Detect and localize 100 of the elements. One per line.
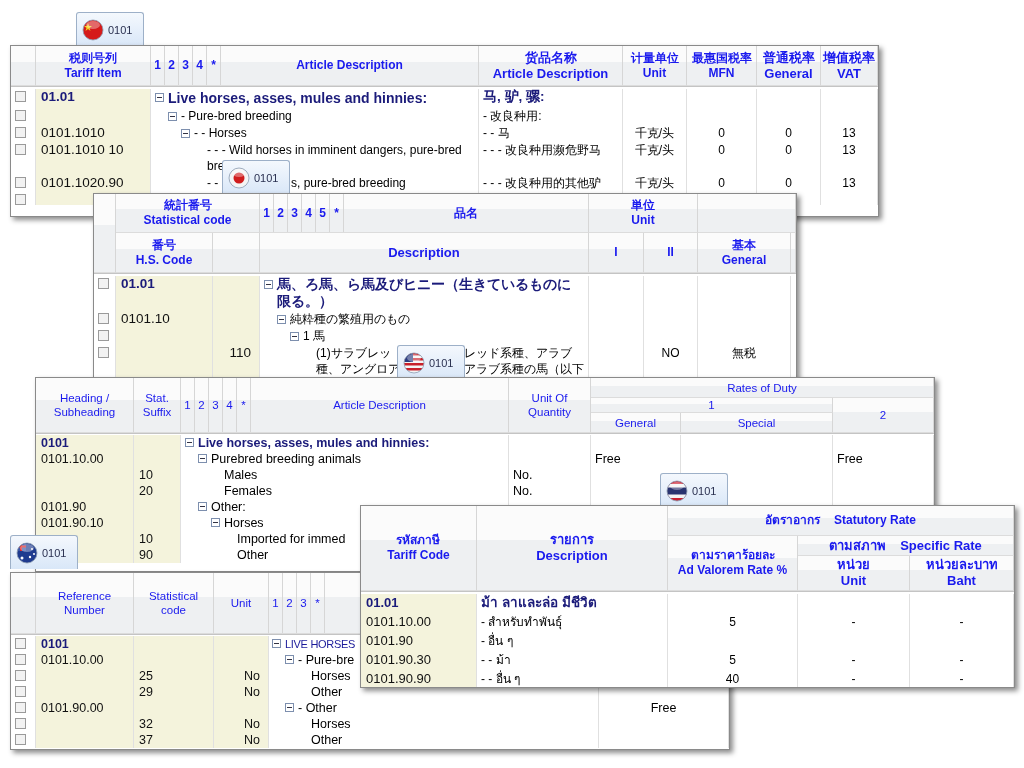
unit-text: 千克/头	[634, 143, 675, 157]
heading-code: 0101.90	[41, 500, 87, 514]
level-header[interactable]: *	[311, 573, 325, 633]
column-header: Heading / Subheading	[36, 378, 134, 433]
tariff-code: 0101.90.90	[366, 671, 432, 686]
item-description: - Pure-bre	[298, 652, 355, 668]
statistical-code: 32	[139, 717, 153, 731]
level-header[interactable]: *	[207, 46, 221, 85]
rate-value: 5	[729, 615, 736, 629]
column-header: 品名	[453, 205, 479, 221]
reference-number: 0101.10.00	[41, 653, 104, 667]
item-description: Imported for immed	[237, 531, 346, 547]
level-header[interactable]: 1	[151, 46, 165, 85]
level-header[interactable]: 3	[209, 378, 223, 432]
item-description: s, pure-bred breeding	[291, 175, 406, 191]
tab[interactable]: 0101	[222, 160, 290, 194]
collapse-icon[interactable]	[168, 112, 177, 121]
reference-number: 0101.90.00	[41, 701, 104, 715]
collapse-icon[interactable]	[185, 438, 194, 447]
checkbox[interactable]	[15, 144, 26, 155]
item-description: Purebred breeding animals	[211, 451, 362, 467]
level-header[interactable]: 3	[179, 46, 193, 85]
column-header: Stat. Suffix	[134, 378, 181, 433]
collapse-icon[interactable]	[272, 639, 281, 648]
collapse-icon[interactable]	[181, 129, 190, 138]
collapse-icon[interactable]	[285, 703, 294, 712]
collapse-icon[interactable]	[290, 332, 299, 341]
collapse-icon[interactable]	[277, 315, 286, 324]
level-header[interactable]: 4	[302, 194, 316, 232]
collapse-icon[interactable]	[285, 655, 294, 664]
checkbox[interactable]	[15, 91, 26, 102]
checkbox[interactable]	[15, 702, 26, 713]
chinese-description: - - - 改良种用濒危野马	[483, 143, 601, 157]
statistical-suffix: 10	[139, 468, 153, 482]
rate-value: 0	[718, 176, 725, 190]
column-header: 最惠国税率 MFN	[687, 46, 757, 86]
checkbox[interactable]	[15, 194, 26, 205]
level-header[interactable]: 3	[297, 573, 311, 633]
checkbox[interactable]	[15, 177, 26, 188]
checkbox[interactable]	[15, 686, 26, 697]
checkbox[interactable]	[15, 127, 26, 138]
tab[interactable]: 0101	[397, 345, 465, 379]
level-header[interactable]: *	[237, 378, 251, 432]
column-header: อัตราอากร	[765, 513, 820, 528]
level-header[interactable]: 2	[195, 378, 209, 432]
checkbox[interactable]	[15, 734, 26, 745]
chinese-description: - - - 改良种用的其他驴	[483, 176, 601, 190]
column-header: 基本 General	[698, 233, 791, 273]
header-cell	[11, 46, 36, 86]
level-header[interactable]: 5	[316, 194, 330, 232]
column-header: ตามสภาพ	[829, 537, 887, 554]
checkbox[interactable]	[15, 110, 26, 121]
level-header[interactable]: 3	[288, 194, 302, 232]
column-header: 计量单位 Unit	[623, 46, 687, 86]
statistical-code: 37	[139, 733, 153, 747]
level-header[interactable]: 1	[269, 573, 283, 633]
rate-value: -	[959, 653, 964, 667]
checkbox[interactable]	[15, 670, 26, 681]
column-header: หน่วย Unit	[798, 556, 910, 591]
level-header[interactable]: 1	[181, 378, 195, 432]
level-header[interactable]: 4	[193, 46, 207, 85]
item-description: Other:	[211, 499, 246, 515]
level-header[interactable]: 2	[274, 194, 288, 232]
tariff-code: 01.01	[41, 89, 75, 104]
checkbox[interactable]	[15, 638, 26, 649]
table-cell	[214, 636, 269, 652]
level-header[interactable]: 2	[165, 46, 179, 85]
column-header: ตามราคาร้อยละ Ad Valorem Rate %	[668, 536, 798, 591]
level-header[interactable]: 1	[260, 194, 274, 232]
checkbox[interactable]	[15, 654, 26, 665]
level-header[interactable]: 4	[223, 378, 237, 432]
rate-value: 0	[785, 176, 792, 190]
chinese-description: - - 马	[483, 126, 510, 140]
item-description: Other	[237, 547, 269, 563]
tariff-code: 0101.90	[366, 633, 413, 648]
rate-value: -	[851, 615, 856, 629]
tab[interactable]: 0101	[10, 535, 78, 569]
chinese-description: 马, 驴, 骡:	[483, 89, 545, 104]
column-header: Article Description	[295, 58, 404, 73]
rate-value: -	[959, 672, 964, 686]
checkbox[interactable]	[98, 330, 109, 341]
hs-code: 0101.10	[121, 311, 170, 326]
column-header: 1	[591, 398, 833, 413]
tab[interactable]: 0101	[660, 473, 728, 507]
checkbox[interactable]	[15, 718, 26, 729]
rate-value: 無税	[732, 346, 756, 360]
collapse-icon[interactable]	[198, 454, 207, 463]
item-description: (1)サラブレッ	[316, 345, 391, 361]
collapse-icon[interactable]	[198, 502, 207, 511]
level-header[interactable]: 2	[283, 573, 297, 633]
checkbox[interactable]	[98, 313, 109, 324]
tab[interactable]: 0101	[76, 12, 144, 46]
collapse-icon[interactable]	[264, 280, 273, 289]
chinese-description: - 改良种用:	[483, 109, 542, 123]
checkbox[interactable]	[98, 347, 109, 358]
item-description: Females	[224, 483, 272, 499]
checkbox[interactable]	[98, 278, 109, 289]
level-header[interactable]: *	[330, 194, 344, 232]
collapse-icon[interactable]	[155, 93, 164, 102]
collapse-icon[interactable]	[211, 518, 220, 527]
